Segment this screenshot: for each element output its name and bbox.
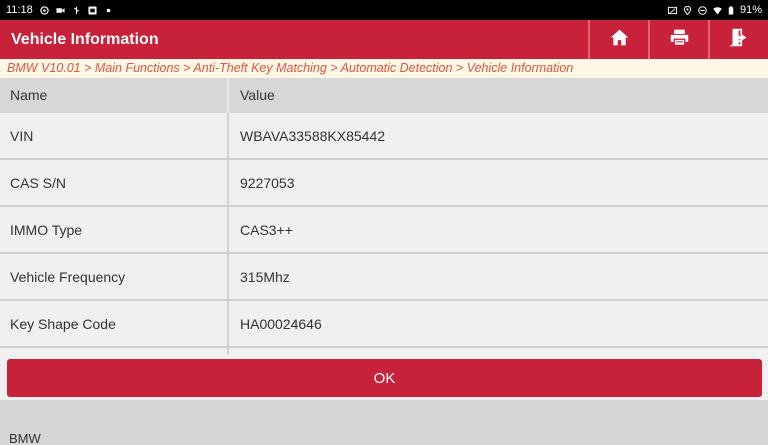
title-bar: Vehicle Information bbox=[0, 20, 768, 59]
clock: 11:18 bbox=[6, 4, 33, 16]
home-button[interactable] bbox=[588, 20, 648, 59]
row-name: CAS S/N bbox=[0, 160, 229, 205]
dot-icon bbox=[104, 6, 113, 15]
row-value: 9227053 bbox=[240, 174, 295, 191]
row-name: Vehicle Frequency bbox=[0, 254, 229, 299]
app-icon bbox=[88, 5, 97, 15]
column-header-name: Name bbox=[0, 78, 229, 113]
table-header: Name Value bbox=[0, 78, 768, 113]
status-bar: 11:18 91% bbox=[0, 0, 768, 20]
column-header-value: Value bbox=[240, 87, 275, 103]
print-icon bbox=[669, 27, 690, 53]
home-icon bbox=[609, 27, 630, 53]
print-button[interactable] bbox=[648, 20, 708, 59]
table-row[interactable]: Key Shape Code HA00024646 bbox=[0, 301, 768, 348]
footer-brand: BMW bbox=[9, 431, 41, 445]
row-name: Key Shape Code bbox=[0, 301, 229, 346]
toolbar bbox=[588, 20, 768, 59]
row-value: HA00024646 bbox=[240, 315, 322, 332]
wifi-icon bbox=[713, 6, 722, 15]
row-name: VIN bbox=[0, 113, 229, 158]
battery-level: 91% bbox=[739, 4, 762, 16]
table-row[interactable]: IMMO Type CAS3++ bbox=[0, 207, 768, 254]
exit-icon bbox=[728, 27, 750, 53]
table-row[interactable]: VIN WBAVA33588KX85442 bbox=[0, 113, 768, 160]
video-icon bbox=[56, 6, 65, 15]
location-icon bbox=[683, 5, 692, 15]
row-value: WBAVA33588KX85442 bbox=[240, 127, 386, 144]
usb-icon bbox=[72, 6, 81, 15]
vehicle-info-table: Name Value VIN WBAVA33588KX85442 CAS S/N… bbox=[0, 78, 768, 358]
breadcrumb: BMW V10.01 > Main Functions > Anti-Theft… bbox=[0, 59, 768, 78]
table-row[interactable]: CAS S/N 9227053 bbox=[0, 160, 768, 207]
dnd-icon bbox=[698, 5, 707, 15]
page-title: Vehicle Information bbox=[11, 30, 159, 48]
footer: BMW bbox=[0, 400, 768, 445]
cast-icon bbox=[667, 6, 677, 15]
action-bar: OK bbox=[0, 355, 768, 400]
battery-icon bbox=[728, 5, 734, 15]
row-value: CAS3++ bbox=[240, 221, 293, 238]
row-value: 315Mhz bbox=[240, 268, 290, 285]
ok-button[interactable]: OK bbox=[7, 359, 762, 397]
row-name: IMMO Type bbox=[0, 207, 229, 252]
media-icon bbox=[40, 5, 49, 15]
table-row[interactable]: Vehicle Frequency 315Mhz bbox=[0, 254, 768, 301]
exit-button[interactable] bbox=[708, 20, 768, 59]
app-root: 11:18 91% Vehicle Information BMW V10.01… bbox=[0, 0, 768, 445]
